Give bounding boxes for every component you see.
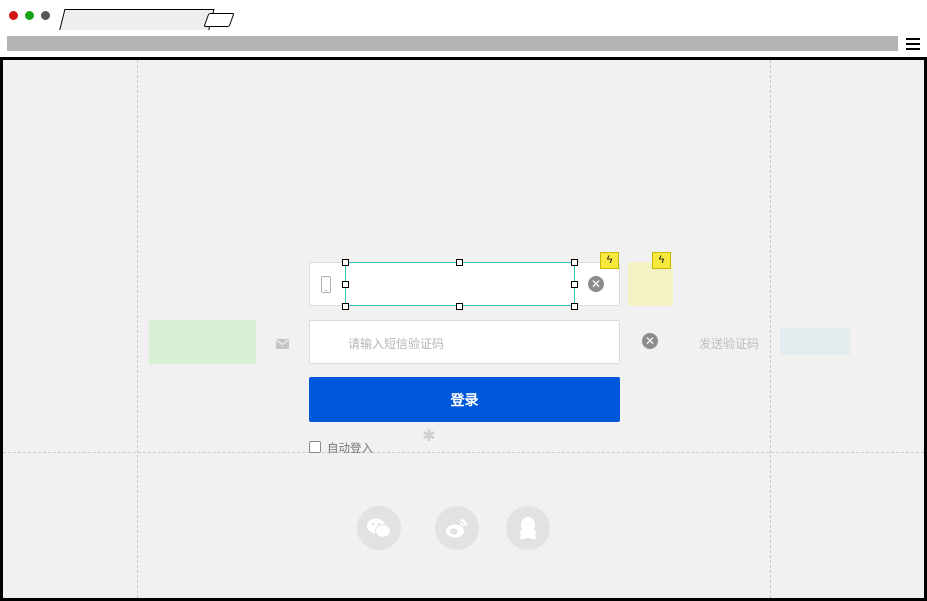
wechat-icon[interactable] <box>357 506 401 550</box>
resize-handle[interactable] <box>571 281 578 288</box>
clear-code-icon[interactable]: ✕ <box>642 333 658 349</box>
interaction-bolt-icon[interactable]: ϟ <box>652 252 671 269</box>
envelope-icon <box>276 336 289 349</box>
guide-line-vertical <box>770 60 771 598</box>
minimize-window-button[interactable] <box>41 11 50 20</box>
close-window-button[interactable] <box>9 11 18 20</box>
resize-handle[interactable] <box>456 259 463 266</box>
send-code-button[interactable]: 发送验证码 <box>699 335 759 352</box>
browser-tab[interactable] <box>59 9 215 31</box>
resize-handle[interactable] <box>571 259 578 266</box>
gear-icon: ✱ <box>422 428 436 445</box>
placeholder-block-green <box>149 320 256 364</box>
auto-login-label: 自动登入 <box>327 443 373 455</box>
new-tab-button[interactable] <box>203 13 235 27</box>
guide-line-horizontal <box>3 452 924 453</box>
login-button[interactable]: 登录 <box>309 377 620 422</box>
sms-code-placeholder: 请输入短信验证码 <box>348 337 445 351</box>
weibo-icon[interactable] <box>435 506 479 550</box>
maximize-window-button[interactable] <box>25 11 34 20</box>
address-bar[interactable] <box>7 36 898 51</box>
auto-login-checkbox[interactable] <box>309 441 321 453</box>
qq-icon[interactable] <box>506 506 550 550</box>
resize-handle[interactable] <box>456 303 463 310</box>
interaction-bolt-icon[interactable]: ϟ <box>600 252 619 269</box>
window-border <box>0 57 3 601</box>
placeholder-block-blue <box>780 328 850 355</box>
hamburger-menu-icon[interactable] <box>906 37 920 50</box>
resize-handle[interactable] <box>342 259 349 266</box>
resize-handle[interactable] <box>342 303 349 310</box>
guide-line-vertical <box>137 60 138 598</box>
phone-icon <box>321 276 331 293</box>
resize-handle[interactable] <box>342 281 349 288</box>
clear-phone-icon[interactable]: ✕ <box>588 276 604 292</box>
resize-handle[interactable] <box>571 303 578 310</box>
phone-input[interactable] <box>345 262 575 306</box>
